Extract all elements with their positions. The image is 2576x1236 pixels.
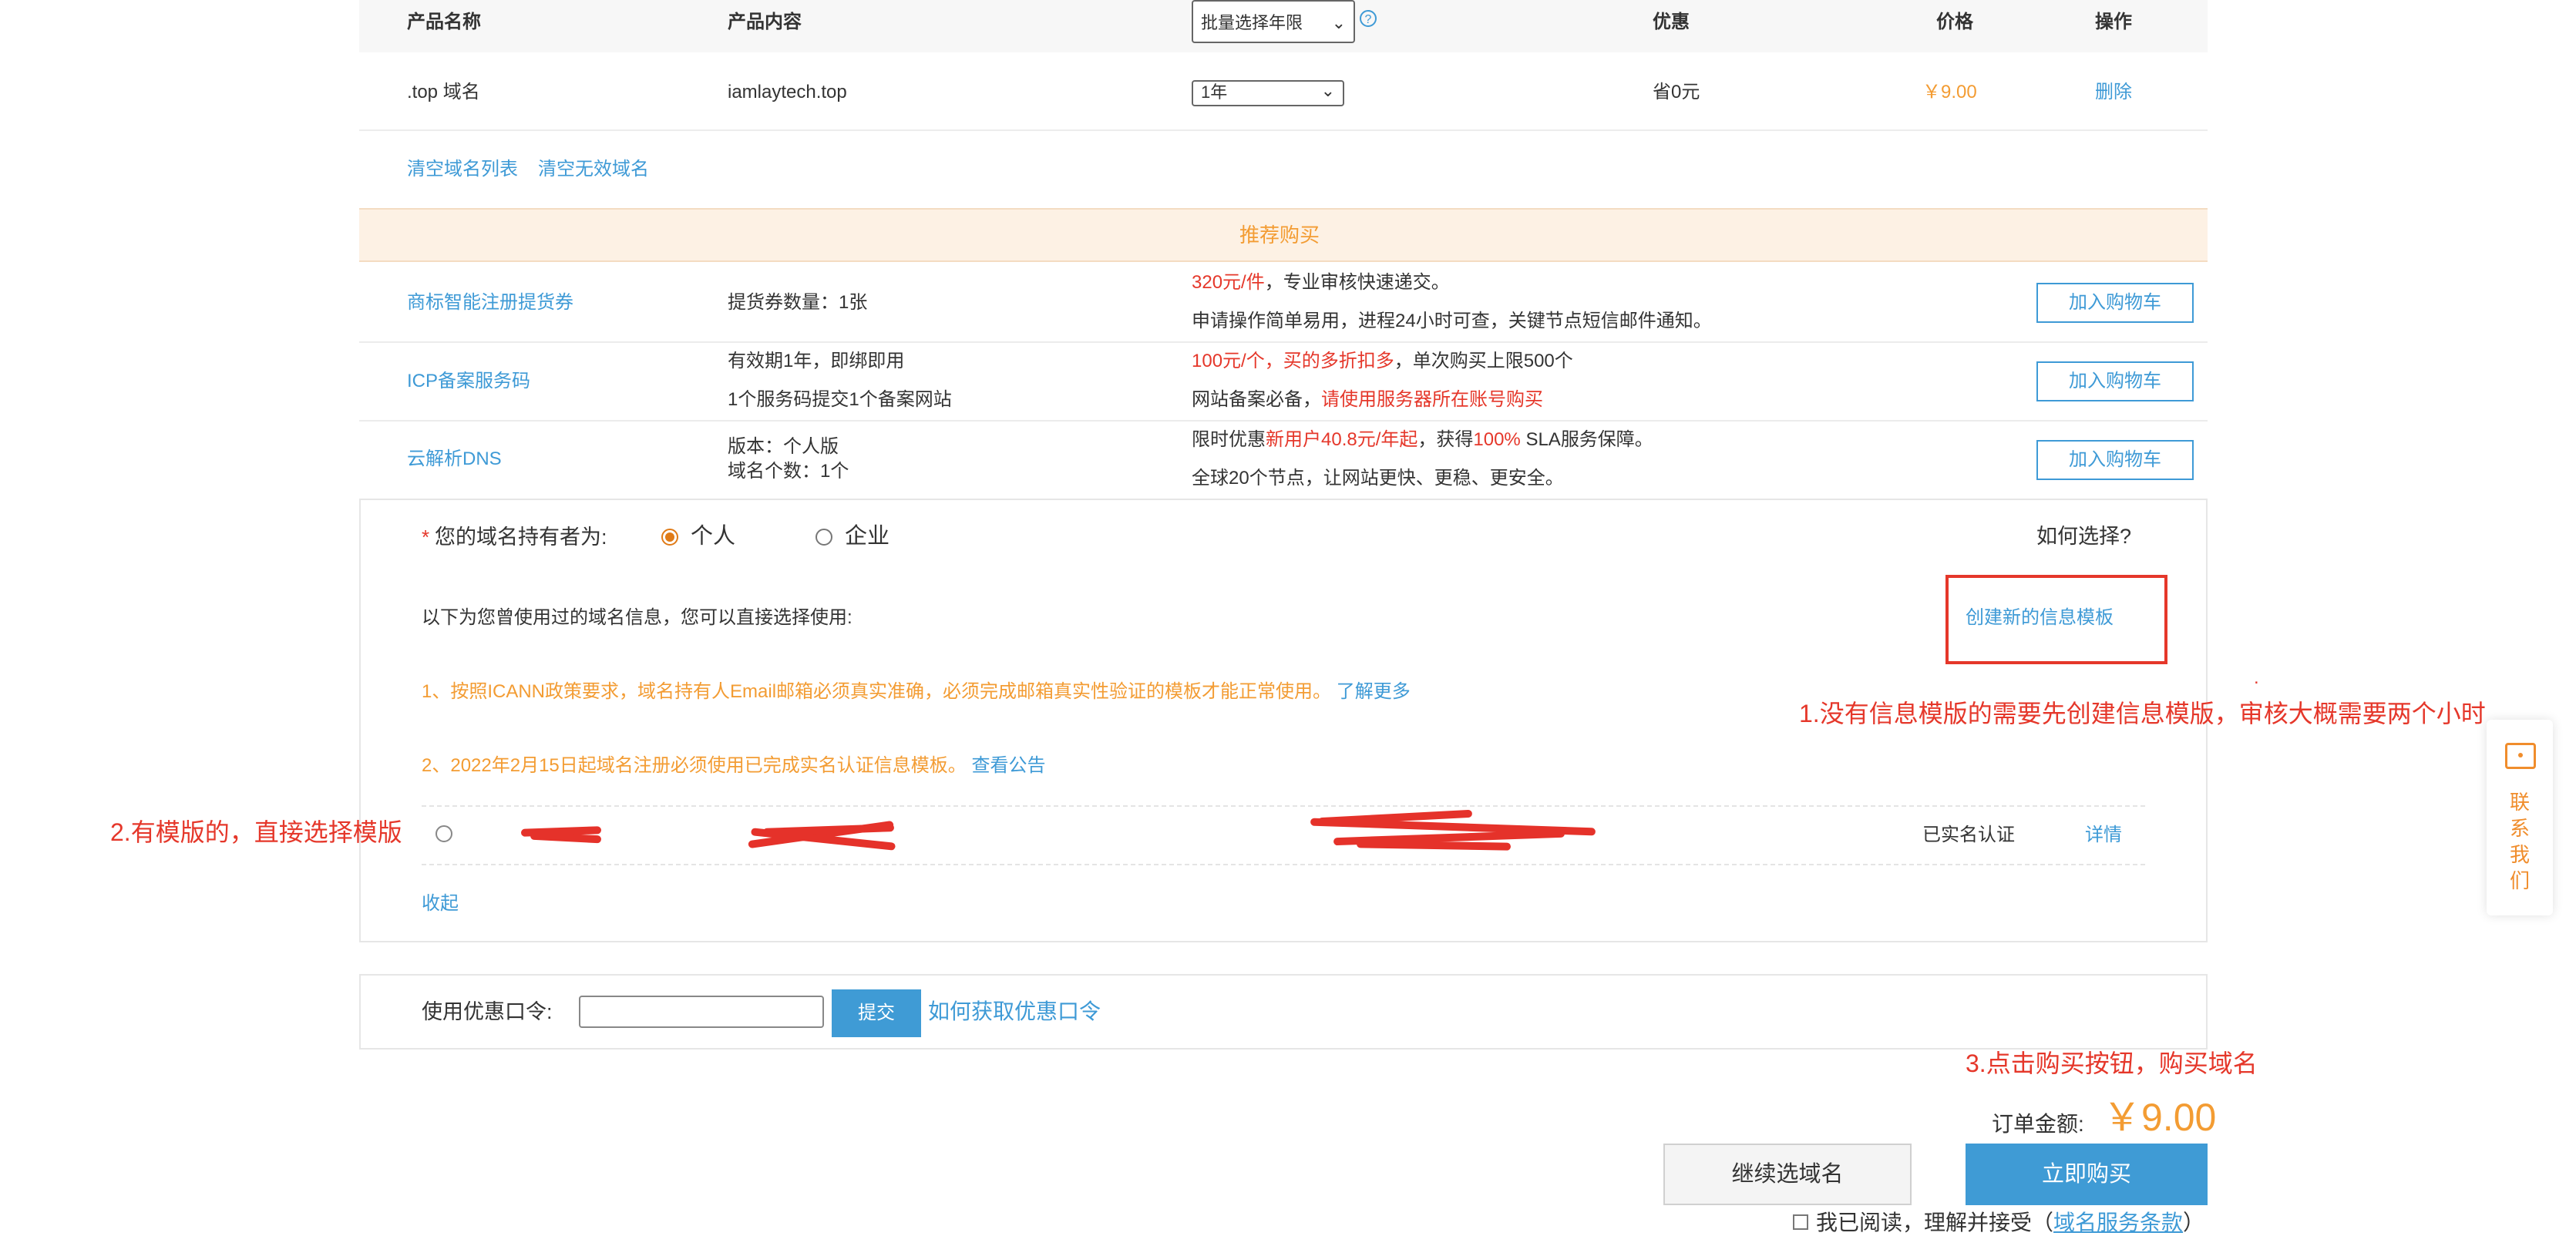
contact-us-label: 联 系 我 们: [2509, 791, 2530, 892]
required-mark: *: [422, 526, 430, 549]
header-price: 价格: [1936, 12, 1973, 32]
option-company-label[interactable]: 企业: [845, 522, 889, 550]
coupon-label: 使用优惠口令:: [422, 1000, 553, 1023]
header-action: 操作: [2095, 12, 2132, 32]
learn-more-link[interactable]: 了解更多: [1337, 681, 1411, 702]
chevron-down-icon: ⌄: [1320, 81, 1335, 100]
row-divider: [359, 129, 2208, 131]
recommend-title: 推荐购买: [1239, 223, 1320, 247]
agree-checkbox[interactable]: [1793, 1214, 1808, 1230]
order-total-label: 订单金额:: [1992, 1112, 2084, 1136]
clear-domain-list-link[interactable]: 清空域名列表: [407, 157, 518, 182]
realname-status: 已实名认证: [1922, 825, 2015, 845]
add-to-cart-button[interactable]: 加入购物车: [2036, 440, 2194, 480]
row-divider: [359, 420, 2208, 422]
buy-now-button[interactable]: 立即购买: [1966, 1144, 2208, 1205]
header-product-name: 产品名称: [407, 12, 481, 32]
template-details-link[interactable]: 详情: [2085, 823, 2122, 848]
row-discount: 省0元: [1653, 82, 1700, 102]
help-icon[interactable]: ?: [1360, 10, 1377, 27]
add-to-cart-button[interactable]: 加入购物车: [2036, 361, 2194, 401]
annotation-dot: .: [2254, 667, 2259, 688]
redacted-template-name: [520, 826, 604, 844]
recommend-item-desc: 网站备案必备，请使用服务器所在账号购买: [1192, 389, 1543, 410]
order-total-value: ￥9.00: [2103, 1096, 2217, 1139]
delete-link[interactable]: 删除: [2095, 80, 2132, 105]
clear-invalid-domains-link[interactable]: 清空无效域名: [538, 157, 649, 182]
recommend-item-desc: 320元/件，专业审核快速递交。: [1192, 272, 1450, 293]
how-to-choose-link[interactable]: 如何选择?: [2036, 523, 2131, 549]
recommend-item-detail: 有效期1年，即绑即用: [728, 351, 905, 371]
row-product-content: iamlaytech.top: [728, 82, 847, 102]
contact-us-float[interactable]: 联 系 我 们: [2487, 720, 2553, 915]
notice-realname: 2、2022年2月15日起域名注册必须使用已完成实名认证信息模板。 查看公告: [422, 755, 1046, 776]
row-price: ￥9.00: [1922, 82, 1977, 102]
annotation-click-buy: 3.点击购买按钮，购买域名: [1966, 1050, 2258, 1077]
recommend-item-detail: 提货券数量：1张: [728, 292, 868, 313]
header-product-content: 产品内容: [728, 12, 802, 32]
option-personal-label[interactable]: 个人: [691, 522, 735, 550]
recommend-item-desc: 申请操作简单易用，进程24小时可查，关键节点短信邮件通知。: [1192, 311, 1712, 331]
recommend-item-desc: 全球20个节点，让网站更快、更稳、更安全。: [1192, 468, 1564, 489]
recommend-item-detail: 1个服务码提交1个备案网站: [728, 389, 952, 410]
notice-icann: 1、按照ICANN政策要求，域名持有人Email邮箱必须真实准确，必须完成邮箱真…: [422, 681, 1411, 702]
coupon-submit-button[interactable]: 提交: [832, 989, 921, 1037]
period-select[interactable]: 1年 ⌄: [1192, 80, 1344, 106]
domain-terms-link[interactable]: 域名服务条款: [2053, 1211, 2183, 1234]
redacted-template-email: [1310, 808, 1603, 852]
chevron-down-icon: ⌄: [1331, 13, 1346, 32]
how-to-get-coupon-link[interactable]: 如何获取优惠口令: [928, 998, 1101, 1026]
header-discount: 优惠: [1653, 12, 1690, 32]
recommend-item-detail: 版本：个人版: [728, 436, 839, 457]
row-product-name: .top 域名: [407, 82, 480, 102]
coupon-input[interactable]: [579, 996, 824, 1028]
chat-icon: [2505, 743, 2536, 769]
template-divider: [422, 805, 2145, 807]
holder-type-label: 您的域名持有者为:: [435, 526, 607, 549]
radio-company[interactable]: [816, 529, 832, 546]
batch-period-select[interactable]: 批量选择年限 ⌄: [1192, 0, 1355, 43]
create-template-link[interactable]: 创建新的信息模板: [1966, 606, 2114, 630]
recommend-item-name[interactable]: ICP备案服务码: [407, 369, 530, 394]
redacted-template-owner: [748, 815, 902, 857]
row-divider: [359, 341, 2208, 343]
annotation-choose-template: 2.有模版的，直接选择模版: [110, 818, 402, 846]
recommend-item-desc: 100元/个，买的多折扣多，单次购买上限500个: [1192, 351, 1573, 371]
recommend-item-detail: 域名个数：1个: [728, 461, 849, 482]
template-intro: 以下为您曾使用过的域名信息，您可以直接选择使用:: [422, 607, 853, 628]
add-to-cart-button[interactable]: 加入购物车: [2036, 283, 2194, 323]
recommend-item-name[interactable]: 云解析DNS: [407, 447, 502, 472]
radio-personal[interactable]: [661, 529, 678, 546]
agree-text: 我已阅读，理解并接受（域名服务条款）: [1816, 1211, 2205, 1234]
collapse-link[interactable]: 收起: [422, 892, 459, 916]
template-divider: [422, 864, 2145, 865]
template-radio[interactable]: [435, 825, 452, 842]
recommend-item-desc: 限时优惠新用户40.8元/年起，获得100% SLA服务保障。: [1192, 429, 1653, 450]
recommend-item-name[interactable]: 商标智能注册提货券: [407, 291, 573, 315]
continue-select-domain-button[interactable]: 继续选域名: [1663, 1144, 1912, 1205]
view-notice-link[interactable]: 查看公告: [971, 755, 1045, 776]
annotation-create-template: 1.没有信息模版的需要先创建信息模版，审核大概需要两个小时: [1799, 700, 2486, 727]
